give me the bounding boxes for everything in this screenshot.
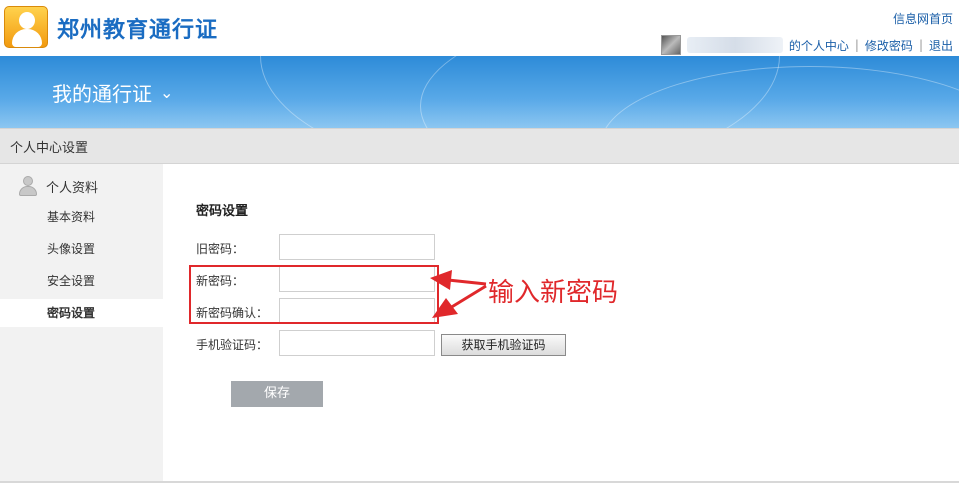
- avatar[interactable]: [660, 35, 681, 55]
- annotation-highlight-box: [189, 265, 439, 324]
- sidebar-item-password-settings[interactable]: 密码设置: [0, 299, 163, 327]
- user-center-link[interactable]: 的个人中心: [789, 37, 849, 54]
- banner-title: 我的通行证: [52, 82, 152, 106]
- top-links: 信息网首页 的个人中心 | 修改密码 | 退出: [660, 10, 953, 55]
- chevron-down-icon: ⌄: [160, 83, 174, 102]
- sidebar: 个人资料 基本资料 头像设置 安全设置 密码设置: [0, 164, 163, 483]
- sidebar-item-basic-info[interactable]: 基本资料: [0, 203, 163, 231]
- sms-code-label: 手机验证码：: [196, 338, 269, 352]
- home-link[interactable]: 信息网首页: [661, 10, 953, 27]
- old-password-input[interactable]: [279, 234, 435, 260]
- old-password-label: 旧密码：: [196, 242, 245, 256]
- save-button[interactable]: 保存: [231, 381, 323, 407]
- person-icon: [18, 176, 38, 196]
- form-title: 密码设置: [196, 204, 249, 219]
- sidebar-group-label: 个人资料: [46, 180, 99, 196]
- sidebar-group-profile: 个人资料: [18, 176, 98, 196]
- logout-link[interactable]: 退出: [929, 37, 953, 54]
- site-title[interactable]: 郑州教育通行证: [57, 12, 218, 44]
- section-title: 个人中心设置: [10, 141, 89, 156]
- annotation-arrows-icon: [430, 270, 487, 318]
- section-header: 个人中心设置: [0, 128, 959, 164]
- divider: |: [854, 38, 859, 52]
- annotation-text: 输入新密码: [488, 278, 619, 308]
- top-bar: 郑州教育通行证 信息网首页 的个人中心 | 修改密码 | 退出: [0, 0, 959, 56]
- change-password-link[interactable]: 修改密码: [865, 37, 913, 54]
- user-logo-icon: [4, 6, 48, 48]
- my-passport-menu[interactable]: 我的通行证 ⌄: [52, 78, 173, 107]
- get-sms-code-button[interactable]: 获取手机验证码: [441, 334, 566, 356]
- sidebar-item-security-settings[interactable]: 安全设置: [0, 267, 163, 295]
- divider: |: [918, 38, 923, 52]
- sidebar-item-avatar-settings[interactable]: 头像设置: [0, 235, 163, 263]
- banner: 我的通行证 ⌄: [0, 56, 959, 128]
- username-redacted: [686, 37, 783, 53]
- sms-code-input[interactable]: [279, 330, 435, 356]
